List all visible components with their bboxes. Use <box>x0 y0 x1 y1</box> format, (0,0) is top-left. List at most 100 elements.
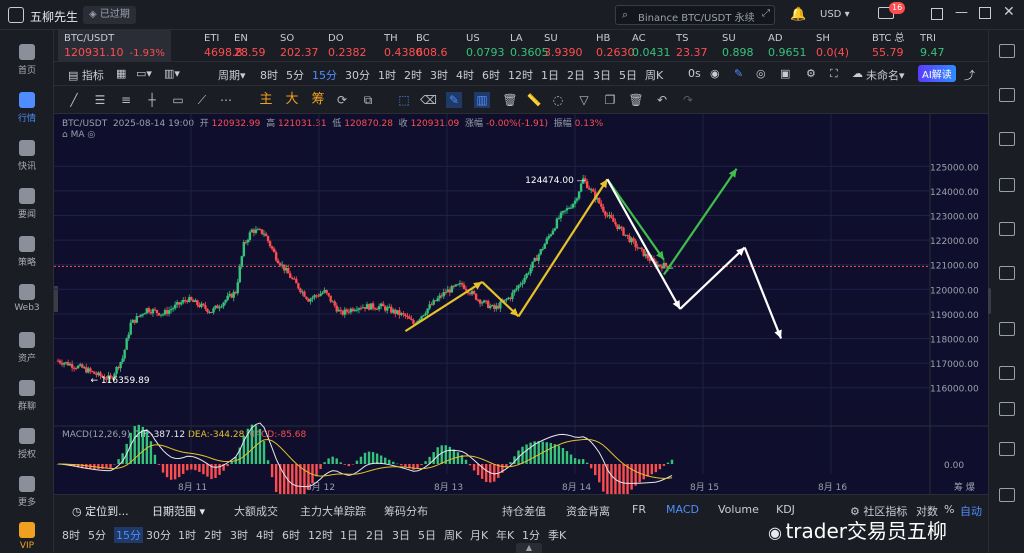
ticker-active[interactable]: BTC/USDT 120931.10 -1.93% <box>58 30 171 61</box>
interval-6[interactable]: 3时 <box>430 67 448 83</box>
trendline-icon[interactable]: ╱ <box>66 92 82 108</box>
search-input[interactable]: Binance BTC/USDT 永续 <box>638 9 755 24</box>
screenshot-icon[interactable]: ⧉ <box>360 92 376 108</box>
nav-item-assets[interactable]: 资产 <box>0 332 54 364</box>
bottom-interval[interactable]: 5日 <box>418 527 436 543</box>
indicator-tab[interactable]: 主力大单踪踪 <box>300 503 366 519</box>
layout-button[interactable]: ▭▾ <box>136 67 152 80</box>
bottom-interval[interactable]: 年K <box>496 527 514 543</box>
lock-icon[interactable]: ▣ <box>780 67 790 80</box>
depth-chart-icon[interactable] <box>999 178 1015 192</box>
interval-14[interactable]: 周K <box>645 67 663 83</box>
maximize-window-icon[interactable] <box>979 7 991 19</box>
nav-item-flash[interactable]: 快讯 <box>0 140 54 172</box>
screenshot-icon[interactable] <box>999 402 1015 416</box>
bottom-interval[interactable]: 30分 <box>146 527 171 543</box>
bottom-interval[interactable]: 3日 <box>392 527 410 543</box>
ai-button[interactable]: AI解读 <box>918 65 956 82</box>
ticker-item[interactable]: SH 0.0(4) <box>816 32 849 60</box>
redo-icon[interactable]: ↷ <box>680 92 696 108</box>
bottom-interval[interactable]: 5分 <box>88 527 106 543</box>
filter-icon[interactable]: ▽ <box>576 92 592 108</box>
bell-icon[interactable]: 🔔 <box>790 7 806 22</box>
indicator-tab[interactable]: FR <box>632 503 646 516</box>
nav-item-web3[interactable]: Web3 <box>0 284 54 313</box>
pen-icon[interactable]: ✎ <box>446 92 462 108</box>
ticker-item[interactable]: SU 3.9390 <box>544 32 583 60</box>
indicator-tab[interactable]: Volume <box>718 503 759 516</box>
ticker-item[interactable]: DO 0.2382 <box>328 32 367 60</box>
interval-3[interactable]: 30分 <box>345 67 370 83</box>
more-icon[interactable]: ⋯ <box>218 92 234 108</box>
bottom-interval[interactable]: 季K <box>548 527 566 543</box>
nav-item-chat[interactable]: 群聊 <box>0 380 54 412</box>
ticker-item[interactable]: HB 0.2630 <box>596 32 635 60</box>
interval-11[interactable]: 2日 <box>567 67 585 83</box>
currency-select[interactable]: USD ▾ <box>820 6 864 24</box>
auto-toggle[interactable]: 自动 <box>960 503 982 519</box>
eye-icon[interactable]: ◎ <box>756 67 766 80</box>
ticker-item[interactable]: BTC 总 55.79 <box>872 32 905 60</box>
bottom-interval[interactable]: 6时 <box>282 527 300 543</box>
interval-0[interactable]: 8时 <box>260 67 278 83</box>
ticker-item[interactable]: SO 202.37 <box>280 32 319 60</box>
hline-icon[interactable]: ☰ <box>92 92 108 108</box>
ticker-item[interactable]: US 0.0793 <box>466 32 505 60</box>
ticker-item[interactable]: AD 0.9651 <box>768 32 807 60</box>
interval-8[interactable]: 6时 <box>482 67 500 83</box>
window-icon[interactable] <box>999 488 1015 502</box>
chips-button[interactable]: 筹 <box>310 92 326 108</box>
undo-icon[interactable]: ↶ <box>654 92 670 108</box>
layout-icon[interactable] <box>999 44 1015 58</box>
ticker-item[interactable]: BC 608.6 <box>416 32 448 60</box>
main-force-button[interactable]: 主 <box>258 92 274 108</box>
bottom-interval[interactable]: 4时 <box>256 527 274 543</box>
line-icon[interactable]: ⟋ <box>194 92 210 108</box>
expand-icon[interactable]: ⤢ <box>762 8 770 19</box>
alert-icon[interactable] <box>999 322 1015 336</box>
nav-item-auth[interactable]: 授权 <box>0 428 54 460</box>
locate-button[interactable]: ◷ 定位到... <box>72 503 129 519</box>
fullscreen-icon[interactable]: ⛶ <box>830 67 838 81</box>
indicator-tab[interactable]: 筹码分布 <box>384 503 428 519</box>
ticker-item[interactable]: EN 28.59 <box>234 32 266 60</box>
cloud-icon[interactable]: ☁ <box>852 67 863 80</box>
copy-icon[interactable]: ❐ <box>602 92 618 108</box>
rectangle-icon[interactable]: ▭ <box>170 92 186 108</box>
heatmap-icon[interactable] <box>999 222 1015 236</box>
interval-4[interactable]: 1时 <box>378 67 396 83</box>
nav-item-home[interactable]: 首页 <box>0 44 54 76</box>
channel-icon[interactable]: ≡ <box>118 92 134 108</box>
orderbook-icon[interactable] <box>999 88 1015 102</box>
ray-icon[interactable]: ┼ <box>144 92 160 108</box>
bottom-interval[interactable]: 12时 <box>308 527 333 543</box>
select-icon[interactable]: ⬚ <box>396 92 412 108</box>
ticker-item[interactable]: AC 0.0431 <box>632 32 671 60</box>
close-icon[interactable]: ✕ <box>1003 4 1015 20</box>
workspace-select[interactable]: 未命名▾ <box>866 67 905 83</box>
refresh-icon[interactable]: ⟳ <box>334 92 350 108</box>
indicator-tab[interactable]: 资金背离 <box>566 503 610 519</box>
collapse-arrow-icon[interactable]: ▲ <box>516 543 542 553</box>
price-chart[interactable]: BTC/USDT 2025-08-14 19:00 开 120932.99 高 … <box>54 114 988 494</box>
bottom-interval[interactable]: 3时 <box>230 527 248 543</box>
bottom-interval[interactable]: 1时 <box>178 527 196 543</box>
calendar-icon[interactable] <box>999 266 1015 280</box>
interval-13[interactable]: 5日 <box>619 67 637 83</box>
ticker-item[interactable]: TRI 9.47 <box>920 32 945 60</box>
interval-5[interactable]: 2时 <box>404 67 422 83</box>
pattern-icon[interactable]: ▥ <box>474 92 490 108</box>
indicator-tab[interactable]: 大额成交 <box>234 503 278 519</box>
bottom-interval[interactable]: 2日 <box>366 527 384 543</box>
bottom-interval[interactable]: 2时 <box>204 527 222 543</box>
magnet-icon[interactable]: ◌ <box>550 92 566 108</box>
nav-item-vip[interactable]: VIP <box>0 522 54 551</box>
restore-window-icon[interactable]: — <box>955 5 968 20</box>
interval-9[interactable]: 12时 <box>508 67 533 83</box>
trash-icon[interactable]: 🗑 <box>502 92 518 108</box>
period-button[interactable]: 周期▾ <box>218 67 246 83</box>
settings-icon[interactable] <box>999 366 1015 380</box>
ticker-item[interactable]: LA 0.3605 <box>510 32 549 60</box>
delete-icon[interactable]: 🗑 <box>628 92 644 108</box>
eraser-icon[interactable]: ⌫ <box>420 92 437 108</box>
